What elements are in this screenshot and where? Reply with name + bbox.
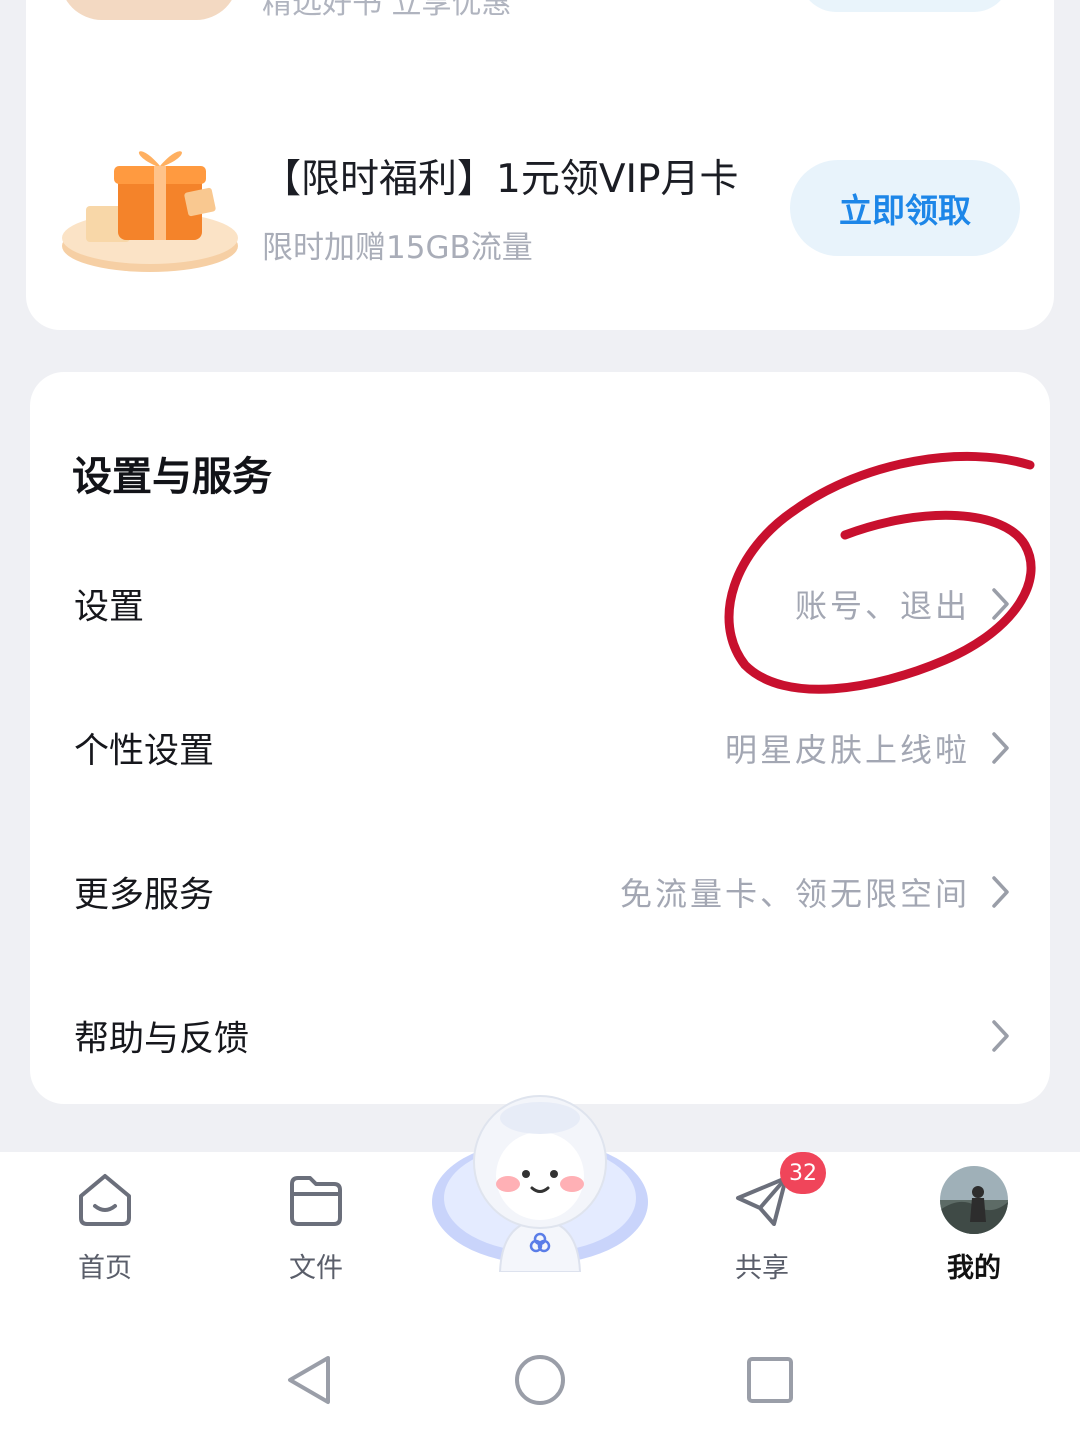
promo-title: 【限时福利】1元领VIP月卡 [262,157,739,202]
promo-button-partial[interactable] [800,0,1010,12]
settings-row-label: 设置 [74,587,145,628]
chevron-right-icon [992,876,1009,908]
annotation-circle [724,452,1036,694]
tab-share-label: 共享 [735,1253,789,1284]
section-title: 设置与服务 [72,454,272,500]
back-icon[interactable] [280,1350,340,1410]
chevron-right-icon [992,732,1009,764]
recents-icon[interactable] [740,1350,800,1410]
more-services-row-hint: 免流量卡、领无限空间 [619,875,970,913]
help-feedback-row[interactable]: 帮助与反馈 [30,964,1050,1108]
mascot-icon[interactable] [430,1092,650,1272]
more-services-row-label: 更多服务 [74,875,215,916]
gift-box-icon [62,151,238,272]
claim-now-button[interactable]: 立即领取 [790,160,1020,256]
personalization-row-label: 个性设置 [74,731,215,772]
home-icon [79,1174,131,1226]
more-services-row[interactable]: 更多服务 免流量卡、领无限空间 [30,820,1050,964]
avatar[interactable] [940,1166,1008,1234]
promo-image-partial [60,0,238,20]
help-feedback-row-label: 帮助与反馈 [74,1019,250,1060]
tab-mine-label: 我的 [947,1253,1001,1284]
tab-home[interactable]: 首页 [45,1160,165,1300]
promo-subtitle-partial: 精选好书 立享优惠 [262,0,512,21]
promo-subtitle: 限时加赠15GB流量 [262,230,533,266]
folder-icon [290,1176,342,1226]
chevron-right-icon [992,1020,1009,1052]
share-badge: 32 [780,1152,826,1194]
tab-files[interactable]: 文件 [256,1160,376,1300]
tab-files-label: 文件 [289,1253,343,1284]
home-circle-icon[interactable] [510,1350,570,1410]
personalization-row-hint: 明星皮肤上线啦 [724,731,970,769]
tab-home-label: 首页 [78,1253,132,1284]
